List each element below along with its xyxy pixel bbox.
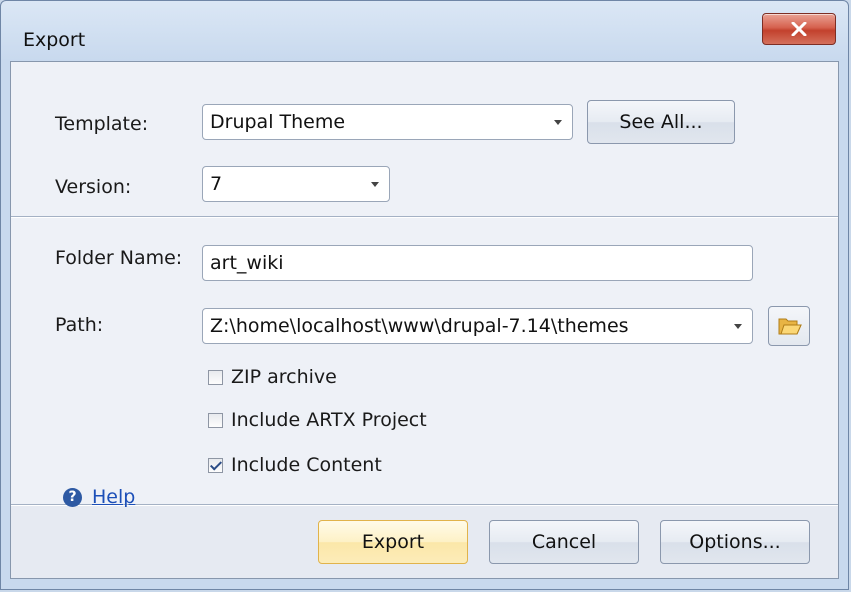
path-select[interactable]: Z:\home\localhost\www\drupal-7.14\themes [202, 308, 753, 344]
export-button[interactable]: Export [318, 520, 468, 564]
include-content-label: Include Content [231, 454, 382, 476]
options-button[interactable]: Options... [660, 520, 810, 564]
close-button[interactable] [762, 13, 836, 45]
template-value: Drupal Theme [210, 111, 346, 133]
folder-name-label: Folder Name: [55, 247, 183, 269]
zip-archive-label: ZIP archive [231, 366, 337, 388]
version-select[interactable]: 7 [202, 166, 390, 202]
version-value: 7 [210, 173, 223, 195]
checkbox-box [208, 369, 223, 385]
folder-open-icon [778, 318, 802, 335]
separator [11, 216, 838, 218]
see-all-button[interactable]: See All... [587, 100, 735, 144]
checkbox-box [208, 412, 223, 428]
export-dialog: Export Template: Drupal Theme See All...… [0, 0, 849, 590]
include-content-checkbox[interactable]: Include Content [208, 454, 382, 476]
path-label: Path: [55, 314, 104, 336]
chevron-down-icon [554, 120, 562, 125]
template-label: Template: [55, 113, 149, 135]
folder-name-input[interactable]: art_wiki [202, 245, 753, 281]
browse-folder-button[interactable] [768, 306, 810, 346]
close-icon [791, 22, 807, 36]
chevron-down-icon [371, 182, 379, 187]
version-label: Version: [55, 176, 132, 198]
cancel-button[interactable]: Cancel [489, 520, 639, 564]
window-title: Export [23, 29, 86, 51]
path-value: Z:\home\localhost\www\drupal-7.14\themes [210, 315, 629, 337]
help-link-group[interactable]: ? Help [63, 486, 135, 508]
include-artx-project-checkbox[interactable]: Include ARTX Project [208, 409, 427, 431]
checkbox-box-checked [208, 457, 223, 473]
title-bar: Export [1, 1, 848, 61]
zip-archive-checkbox[interactable]: ZIP archive [208, 366, 337, 388]
template-select[interactable]: Drupal Theme [202, 104, 573, 140]
chevron-down-icon [734, 324, 742, 329]
help-icon: ? [63, 487, 82, 507]
help-link[interactable]: Help [92, 486, 135, 508]
include-artx-project-label: Include ARTX Project [231, 409, 427, 431]
